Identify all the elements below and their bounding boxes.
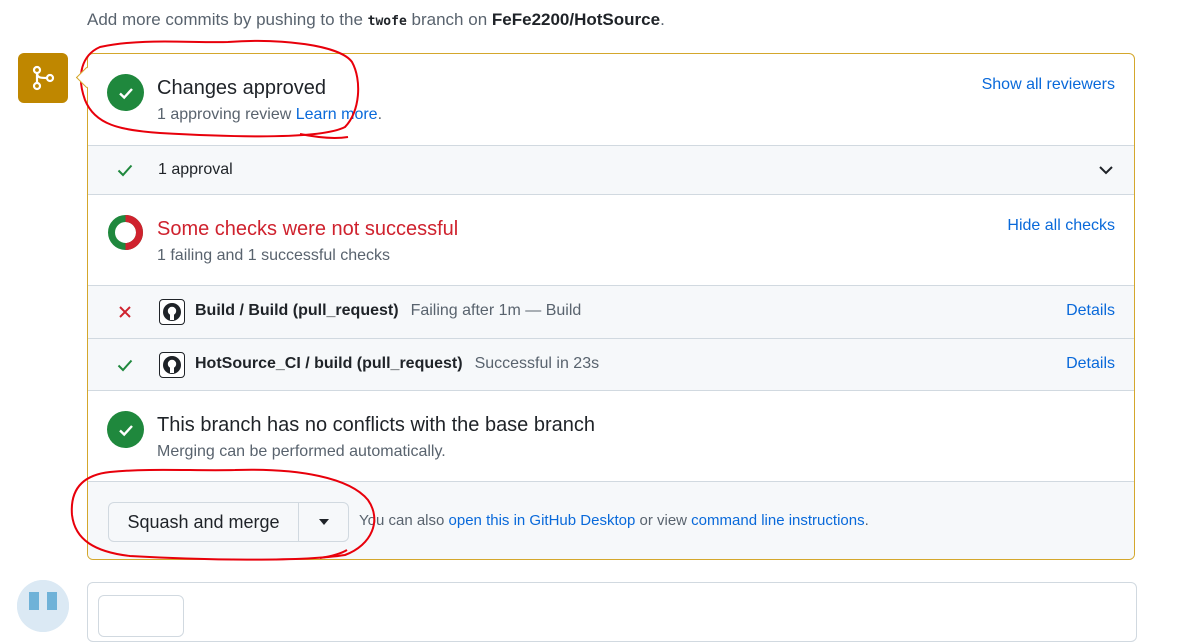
approval-section: Changes approved 1 approving review Lear… [88,54,1134,145]
avatar[interactable] [17,580,69,632]
conflicts-section: This branch has no conflicts with the ba… [88,390,1134,481]
branch-name: twofe [367,14,407,29]
check-row: HotSource_CI / build (pull_request) Succe… [88,338,1134,390]
checks-ring-icon [107,214,144,251]
check-title: HotSource_CI / build (pull_request) Succe… [195,355,599,373]
x-icon [119,306,131,318]
merge-hint: You can also open this in GitHub Desktop… [359,512,869,529]
command-line-instructions-link[interactable]: command line instructions [691,512,864,529]
merge-action-area: Squash and merge You can also open this … [88,481,1134,559]
merge-box: Changes approved 1 approving review Lear… [87,53,1135,560]
merge-button-group: Squash and merge [108,502,349,542]
approval-subtitle: 1 approving review Learn more. [157,105,382,125]
push-hint-prefix: Add more commits by pushing to the [87,10,363,29]
conflicts-subtitle: Merging can be performed automatically. [157,443,446,460]
checks-subtitle: 1 failing and 1 successful checks [157,247,391,264]
approval-count-label: 1 approval [158,161,233,178]
check-description: Successful in 23s [474,355,600,372]
check-name: HotSource_CI / build (pull_request) [195,355,463,372]
check-details-link[interactable]: Details [1066,355,1115,373]
git-merge-icon [18,53,68,103]
approval-period: . [377,106,383,123]
approval-title: Changes approved [157,77,327,99]
merge-hint-prefix: You can also [359,512,445,529]
push-hint: Add more commits by pushing to the twofe… [87,8,665,32]
comment-editor[interactable] [87,582,1137,642]
open-github-desktop-link[interactable]: open this in GitHub Desktop [449,512,636,529]
check-description: Failing after 1m — Build [410,302,582,319]
squash-and-merge-button[interactable]: Squash and merge [109,503,299,541]
github-logo-icon [159,352,185,378]
conflicts-title: This branch has no conflicts with the ba… [157,414,596,436]
check-row: Build / Build (pull_request) Failing afte… [88,285,1134,338]
push-hint-suffix: . [660,10,665,29]
merge-hint-middle: or view [639,512,687,529]
chevron-down-icon[interactable] [1098,164,1114,176]
github-logo-icon [159,299,185,325]
check-icon [117,359,133,372]
checks-title: Some checks were not successful [157,218,459,240]
hide-all-checks-link[interactable]: Hide all checks [1007,217,1115,235]
merge-hint-suffix: . [864,512,869,529]
show-all-reviewers-link[interactable]: Show all reviewers [982,76,1115,94]
check-name: Build / Build (pull_request) [195,302,399,319]
learn-more-link[interactable]: Learn more [296,106,378,123]
check-details-link[interactable]: Details [1066,302,1115,320]
check-title: Build / Build (pull_request) Failing afte… [195,302,581,320]
repo-name: FeFe2200/HotSource [491,10,661,29]
merge-method-dropdown[interactable] [299,503,348,541]
checks-section: Some checks were not successful 1 failin… [88,194,1134,285]
write-tab[interactable] [98,595,184,637]
check-circle-icon [107,411,144,448]
push-hint-middle: branch on [411,10,488,29]
check-icon [117,164,133,177]
check-circle-icon [107,74,144,111]
approval-count-row[interactable]: 1 approval [88,145,1134,194]
approval-subtitle-text: 1 approving review [157,106,292,123]
triangle-down-icon [318,519,329,525]
